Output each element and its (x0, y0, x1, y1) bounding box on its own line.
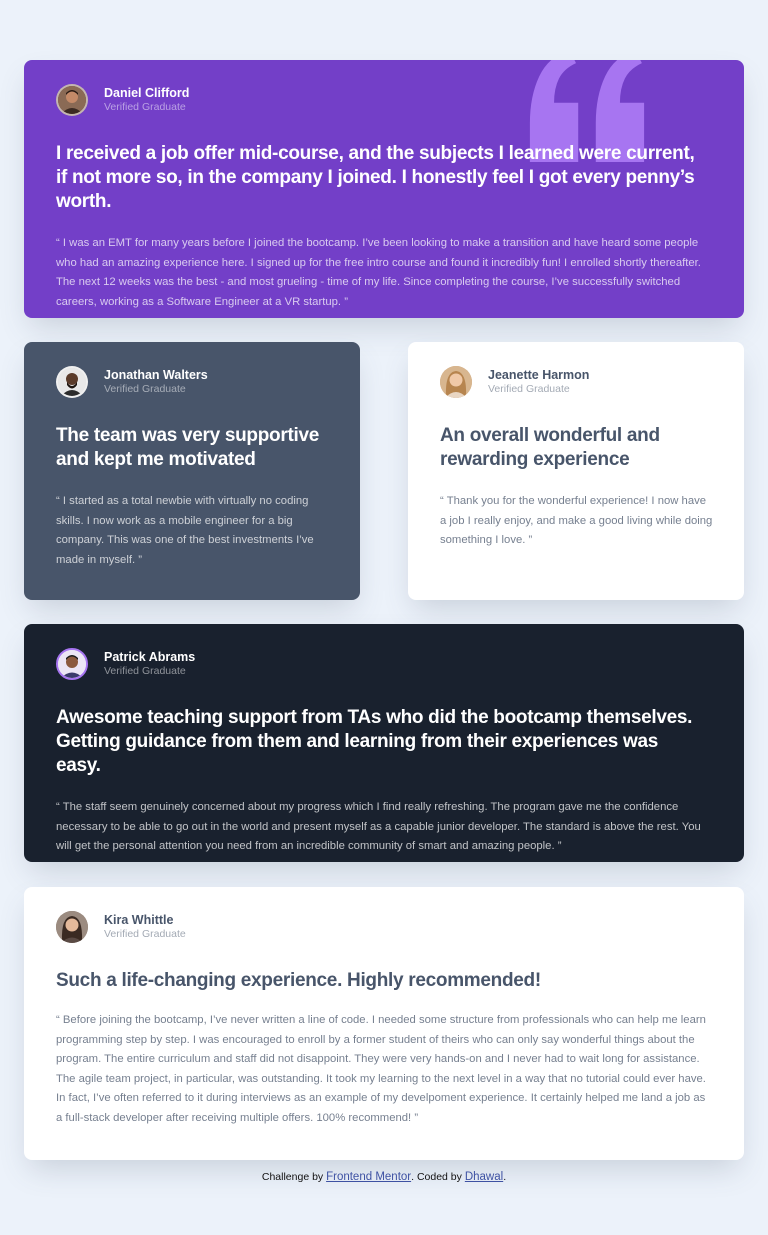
avatar (56, 648, 88, 680)
footer-suffix: . (503, 1171, 507, 1183)
author-role: Verified Graduate (104, 383, 186, 395)
testimonial-card-jonathan: Jonathan Walters Verified Graduate The t… (24, 342, 360, 600)
author-name: Jonathan Walters (104, 368, 208, 382)
author-header: Jonathan Walters Verified Graduate (56, 366, 328, 398)
testimonial-card-patrick: Patrick Abrams Verified Graduate Awesome… (24, 624, 744, 862)
avatar-portrait-icon (56, 911, 88, 943)
frontend-mentor-link[interactable]: Frontend Mentor (326, 1171, 411, 1183)
author-header: Jeanette Harmon Verified Graduate (440, 366, 712, 398)
author-name: Daniel Clifford (104, 86, 190, 100)
testimonial-quote: “ I started as a total newbie with virtu… (56, 495, 314, 566)
testimonial-headline: The team was very supportive and kept me… (56, 425, 319, 470)
author-role: Verified Graduate (104, 665, 186, 677)
testimonial-headline: Awesome teaching support from TAs who di… (56, 707, 693, 776)
author-role: Verified Graduate (104, 928, 186, 940)
testimonial-quote: “ I was an EMT for many years before I j… (56, 237, 701, 308)
author-link[interactable]: Dhawal (465, 1171, 503, 1183)
avatar-portrait-icon (58, 368, 86, 396)
author-role: Verified Graduate (104, 101, 186, 113)
footer-prefix: Challenge by (261, 1171, 324, 1183)
testimonial-card-jeanette: Jeanette Harmon Verified Graduate An ove… (408, 342, 744, 600)
author-header: Patrick Abrams Verified Graduate (56, 648, 712, 680)
testimonial-quote: “ Before joining the bootcamp, I’ve neve… (56, 1014, 706, 1124)
author-role: Verified Graduate (488, 383, 570, 395)
testimonial-card-daniel: Daniel Clifford Verified Graduate I rece… (24, 60, 744, 318)
attribution-footer: Challenge by Frontend Mentor. Coded by D… (0, 1171, 768, 1183)
avatar-portrait-icon (58, 86, 86, 114)
footer-middle: . Coded by (411, 1171, 462, 1183)
avatar-portrait-icon (440, 366, 472, 398)
testimonial-card-kira: Kira Whittle Verified Graduate Such a li… (24, 887, 744, 1160)
testimonial-quote: “ The staff seem genuinely concerned abo… (56, 801, 701, 852)
author-name: Kira Whittle (104, 913, 174, 927)
avatar (440, 366, 472, 398)
testimonial-headline: An overall wonderful and rewarding exper… (440, 425, 660, 470)
avatar (56, 911, 88, 943)
author-header: Daniel Clifford Verified Graduate (56, 84, 712, 116)
author-header: Kira Whittle Verified Graduate (56, 911, 712, 943)
author-name: Jeanette Harmon (488, 368, 590, 382)
avatar-portrait-icon (58, 650, 86, 678)
testimonial-headline: Such a life-changing experience. Highly … (56, 970, 541, 991)
author-name: Patrick Abrams (104, 650, 196, 664)
testimonial-quote: “ Thank you for the wonderful experience… (440, 495, 713, 546)
avatar (56, 366, 88, 398)
testimonial-headline: I received a job offer mid-course, and t… (56, 143, 695, 212)
avatar (56, 84, 88, 116)
